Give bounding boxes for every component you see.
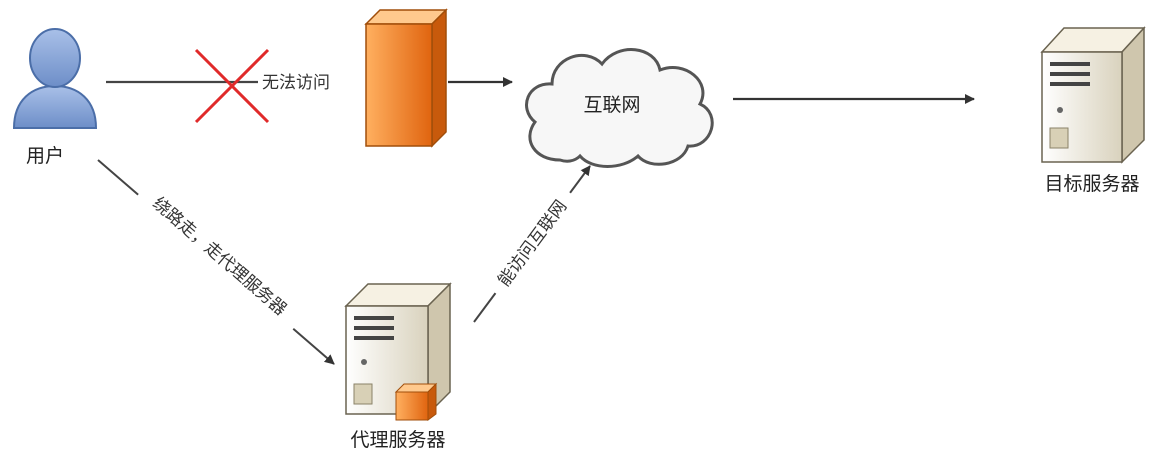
proxy-server-label: 代理服务器 xyxy=(350,429,445,451)
target-server-label: 目标服务器 xyxy=(1044,173,1139,195)
proxy-server-icon xyxy=(344,282,452,421)
proxy-network-diagram: 无法访问 绕路走，走代理服务器 能访问互联网 用户 互联网 目标服务器 代理服务… xyxy=(12,8,1146,451)
proxy-server-node: 代理服务器 xyxy=(344,282,452,451)
user-icon xyxy=(12,28,98,129)
firewall-icon xyxy=(364,8,448,148)
proxy-to-internet-label: 能访问互联网 xyxy=(494,197,571,291)
firewall-node xyxy=(364,8,448,148)
internet-node: 互联网 xyxy=(525,48,714,168)
edge-detour: 绕路走，走代理服务器 xyxy=(97,159,335,365)
internet-label: 互联网 xyxy=(583,94,640,116)
blocked-x-icon xyxy=(194,48,270,124)
target-server-node: 目标服务器 xyxy=(1040,26,1146,195)
edge-proxy-to-internet: 能访问互联网 xyxy=(473,165,591,323)
user-node: 用户 xyxy=(12,28,98,167)
server-icon xyxy=(1040,26,1146,164)
detour-label: 绕路走，走代理服务器 xyxy=(148,194,290,320)
user-label: 用户 xyxy=(26,145,64,167)
blocked-label: 无法访问 xyxy=(262,73,330,93)
